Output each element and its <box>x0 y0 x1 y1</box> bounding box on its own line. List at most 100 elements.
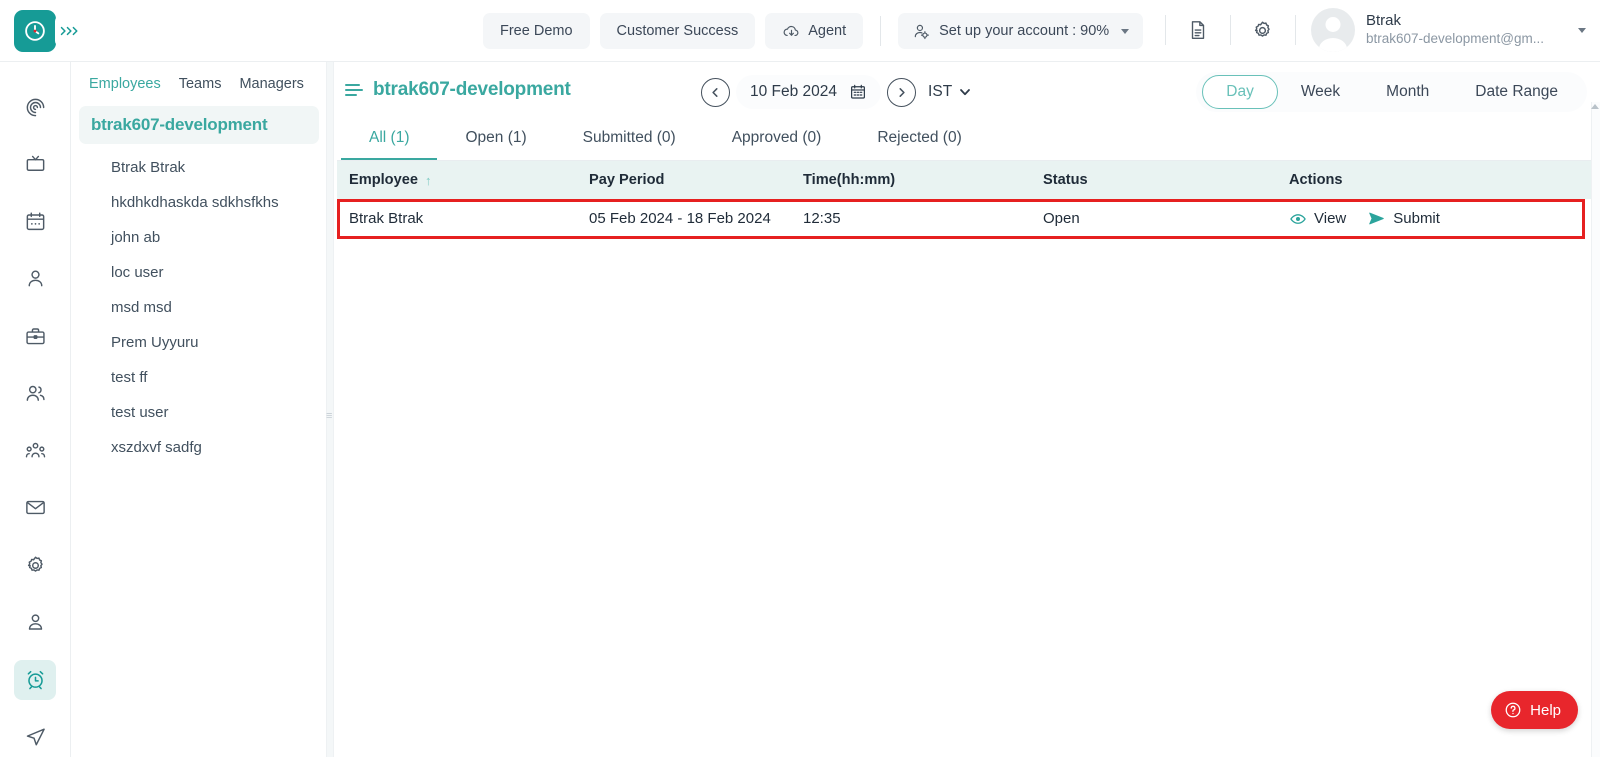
date-picker[interactable]: 10 Feb 2024 <box>736 75 882 109</box>
list-item[interactable]: loc user <box>71 255 327 290</box>
timezone-select[interactable]: IST <box>928 83 972 101</box>
list-item[interactable]: test user <box>71 395 327 430</box>
sidebar-item-clients[interactable] <box>14 316 56 356</box>
list-item[interactable]: Btrak Btrak <box>71 150 327 185</box>
sidebar-item-timesheet[interactable] <box>14 659 56 700</box>
list-item[interactable]: john ab <box>71 220 327 255</box>
sidebar-item-org[interactable] <box>14 431 56 471</box>
tab-approved[interactable]: Approved (0) <box>704 117 850 160</box>
gear-icon <box>24 554 47 577</box>
org-group-icon <box>24 439 47 462</box>
cell-pay-period: 05 Feb 2024 - 18 Feb 2024 <box>589 210 771 227</box>
column-header-employee[interactable]: Employee ↑ <box>341 172 589 188</box>
column-header-status[interactable]: Status <box>1043 172 1289 188</box>
workspace-title: btrak607-development <box>345 79 571 101</box>
tab-teams[interactable]: Teams <box>179 76 222 92</box>
submit-button[interactable]: Submit <box>1367 209 1440 228</box>
list-item[interactable]: xszdxvf sadfg <box>71 430 327 465</box>
cell-actions: View Submit <box>1289 209 1596 228</box>
sidebar-item-activity[interactable] <box>14 87 56 127</box>
customer-success-button[interactable]: Customer Success <box>599 13 756 49</box>
range-option-week[interactable]: Week <box>1278 75 1363 109</box>
sidebar-item-projects[interactable] <box>14 144 56 184</box>
topbar-divider-2 <box>1164 15 1166 45</box>
list-item[interactable]: test ff <box>71 360 327 395</box>
table-header-row: Employee ↑ Pay Period Time(hh:mm) Status… <box>337 161 1600 199</box>
cloud-download-icon <box>782 22 801 41</box>
column-header-employee-label: Employee <box>349 172 418 188</box>
selected-date: 10 Feb 2024 <box>750 83 838 100</box>
status-tabs: All (1) Open (1) Submitted (0) Approved … <box>337 118 1600 161</box>
setup-account-button[interactable]: Set up your account : 90% <box>898 13 1144 49</box>
tab-all[interactable]: All (1) <box>341 117 438 160</box>
app-logo[interactable] <box>14 10 56 52</box>
view-button[interactable]: View <box>1289 210 1346 228</box>
sidebar-item-mail[interactable] <box>14 488 56 528</box>
help-button[interactable]: Help <box>1491 691 1578 729</box>
status-badge: Open <box>1043 210 1080 227</box>
range-option-month[interactable]: Month <box>1363 75 1452 109</box>
users-icon <box>24 382 47 405</box>
column-header-pay-period[interactable]: Pay Period <box>589 172 803 188</box>
left-icon-rail <box>0 62 71 757</box>
top-center-actions: Free Demo Customer Success Agent Set up … <box>483 13 1144 49</box>
send-icon <box>1367 209 1386 228</box>
sidebar-item-calendar[interactable] <box>14 202 56 242</box>
eye-icon <box>1289 210 1307 228</box>
user-menu-chevron-down-icon[interactable] <box>1578 27 1586 33</box>
table-row[interactable]: Btrak Btrak 05 Feb 2024 - 18 Feb 2024 12… <box>341 199 1596 238</box>
user-settings-icon <box>912 22 931 41</box>
monitor-icon <box>24 153 47 176</box>
main-content: btrak607-development 10 Feb 2024 IST Day… <box>337 62 1600 757</box>
scroll-up-arrow-icon[interactable] <box>1591 104 1599 109</box>
free-demo-button[interactable]: Free Demo <box>483 13 590 49</box>
prev-date-button[interactable] <box>701 77 730 107</box>
view-label: View <box>1314 210 1347 227</box>
hamburger-icon[interactable] <box>345 84 363 96</box>
send-icon <box>24 725 47 748</box>
column-header-status-label: Status <box>1043 172 1088 188</box>
sidebar-collapse-button[interactable] <box>55 16 85 46</box>
range-option-day[interactable]: Day <box>1202 75 1278 109</box>
list-item[interactable]: Prem Uyyuru <box>71 325 327 360</box>
tab-open[interactable]: Open (1) <box>437 117 554 160</box>
cell-employee: Btrak Btrak <box>349 210 424 227</box>
next-date-button[interactable] <box>887 77 917 107</box>
alarm-clock-icon <box>24 668 47 691</box>
gear-icon <box>1251 19 1274 42</box>
tab-submitted[interactable]: Submitted (0) <box>555 117 704 160</box>
employee-group-label[interactable]: btrak607-development <box>79 106 319 144</box>
vertical-scrollbar[interactable] <box>1591 102 1600 757</box>
document-button[interactable] <box>1181 13 1215 47</box>
user-info[interactable]: Btrak btrak607-development@gm... <box>1366 12 1544 48</box>
sidebar-item-send[interactable] <box>14 717 56 757</box>
timesheet-table: Employee ↑ Pay Period Time(hh:mm) Status… <box>337 161 1600 239</box>
column-header-time[interactable]: Time(hh:mm) <box>803 172 1043 188</box>
free-demo-label: Free Demo <box>500 23 573 39</box>
tab-managers[interactable]: Managers <box>239 76 303 92</box>
panel-resize-handle[interactable] <box>326 62 334 757</box>
avatar[interactable] <box>1310 8 1355 52</box>
list-item[interactable]: hkdhkdhaskda sdkhsfkhs <box>71 185 327 220</box>
column-header-actions: Actions <box>1289 172 1596 188</box>
main-header: btrak607-development 10 Feb 2024 IST Day… <box>337 62 1600 118</box>
range-option-date-range[interactable]: Date Range <box>1452 75 1581 109</box>
mail-icon <box>24 496 47 519</box>
sidebar-item-settings[interactable] <box>14 545 56 585</box>
sidebar-item-employee[interactable] <box>14 259 56 299</box>
tab-rejected[interactable]: Rejected (0) <box>849 117 989 160</box>
user-icon <box>24 267 47 290</box>
sort-ascending-icon[interactable]: ↑ <box>425 173 432 188</box>
tab-employees[interactable]: Employees <box>89 76 161 92</box>
sidebar-item-profile[interactable] <box>14 602 56 642</box>
calendar-icon[interactable] <box>849 83 867 101</box>
user-email: btrak607-development@gm... <box>1365 30 1544 46</box>
list-item[interactable]: msd msd <box>71 290 327 325</box>
range-toggle-group: Day Week Month Date Range <box>1196 72 1587 112</box>
sidebar-item-teams[interactable] <box>14 373 56 413</box>
settings-button[interactable] <box>1246 13 1280 47</box>
employee-panel: Employees Teams Managers btrak607-develo… <box>71 62 327 757</box>
document-icon <box>1187 19 1209 41</box>
clock-logo-icon <box>22 18 48 44</box>
agent-button[interactable]: Agent <box>765 13 864 49</box>
